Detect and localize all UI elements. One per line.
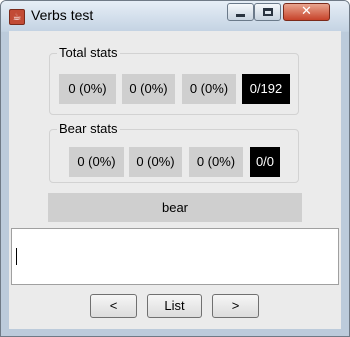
next-button[interactable]: > — [212, 294, 259, 318]
close-icon: ✕ — [301, 4, 312, 19]
maximize-button[interactable] — [254, 3, 281, 21]
verb-stat-2: 0 (0%) — [129, 147, 182, 177]
close-button[interactable]: ✕ — [283, 3, 330, 21]
total-stat-1: 0 (0%) — [59, 74, 116, 104]
maximize-icon — [262, 8, 273, 16]
total-count: 0/192 — [242, 74, 290, 104]
total-stat-3: 0 (0%) — [182, 74, 236, 104]
answer-input[interactable] — [11, 228, 339, 285]
java-app-icon: ☕ — [9, 9, 25, 25]
total-stat-2: 0 (0%) — [122, 74, 175, 104]
minimize-icon — [236, 13, 245, 17]
minimize-button[interactable] — [227, 3, 254, 21]
title-bar[interactable]: ☕ Verbs test ✕ — [1, 1, 349, 31]
verb-count: 0/0 — [250, 147, 280, 177]
current-verb-label: bear — [48, 193, 302, 222]
total-stats-label: Total stats — [57, 45, 120, 60]
app-window: ☕ Verbs test ✕ Total stats 0 (0%) 0 (0%)… — [0, 0, 350, 337]
verb-stat-1: 0 (0%) — [69, 147, 124, 177]
window-title: Verbs test — [31, 7, 94, 23]
list-button[interactable]: List — [147, 294, 202, 318]
previous-button[interactable]: < — [90, 294, 137, 318]
text-caret — [16, 248, 17, 265]
main-panel: Total stats 0 (0%) 0 (0%) 0 (0%) 0/192 B… — [9, 31, 341, 329]
verb-stat-3: 0 (0%) — [189, 147, 243, 177]
verb-stats-label: Bear stats — [57, 121, 120, 136]
